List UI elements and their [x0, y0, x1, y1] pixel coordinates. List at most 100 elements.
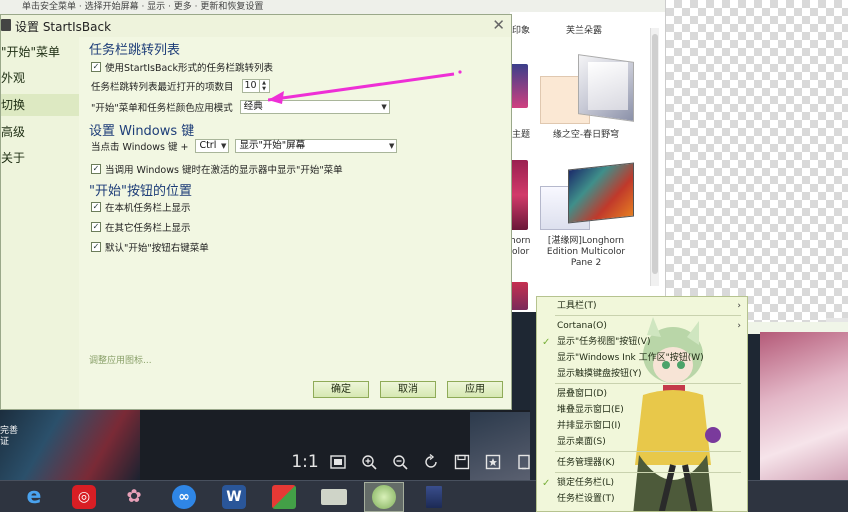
nav-item-switching[interactable]: 切换 [1, 94, 79, 116]
taskbar-ie-button[interactable]: e [14, 482, 54, 512]
recent-items-row: 任务栏跳转列表最近打开的项数目 10 ▲ ▼ [91, 79, 270, 93]
active-display-row: ✓ 当调用 Windows 键时在激活的显示器中显示"开始"菜单 [91, 162, 343, 176]
zoom-out-icon[interactable] [389, 451, 411, 473]
menu-item-label: 堆叠显示窗口(E) [557, 405, 624, 415]
gallery-caption-left: horn [510, 236, 531, 246]
taskbar-image-button[interactable] [264, 482, 304, 512]
menu-item-side-by-side[interactable]: 并排显示窗口(I) [557, 421, 747, 432]
taskbar-context-menu: 工具栏(T) › Cortana(O) › ✓ 显示"任务视图"按钮(V) 显示… [536, 296, 748, 512]
nav-item-about[interactable]: 关于 [1, 147, 79, 169]
save-icon[interactable] [451, 451, 473, 473]
adjust-icons-link[interactable]: 调整应用图标... [89, 353, 152, 366]
taskbar-word-button[interactable]: W [214, 482, 254, 512]
winkey-click-label: 当点击 Windows 键 + [91, 142, 189, 153]
checkbox-label: 当调用 Windows 键时在激活的显示器中显示"开始"菜单 [105, 165, 343, 176]
viewer-side-text: 完善 证 [0, 426, 18, 448]
baidu-cloud-icon: ∞ [172, 484, 196, 509]
checkbox-label: 在本机任务栏上显示 [105, 203, 191, 214]
dialog-title: 设置 StartIsBack [15, 20, 112, 34]
nav-item-appearance[interactable]: 外观 [1, 67, 79, 89]
theme-thumbnail-partial[interactable] [510, 282, 528, 310]
menu-item-label: 工具栏(T) [557, 301, 597, 311]
checkbox-label: 在其它任务栏上显示 [105, 223, 191, 234]
modifier-select[interactable]: Ctrl ▼ [195, 139, 230, 153]
menu-item-toolbars[interactable]: 工具栏(T) › [557, 301, 747, 312]
theme-thumbnail[interactable] [538, 160, 638, 234]
gallery-caption-left: olor [512, 247, 530, 257]
menu-item-cortana[interactable]: Cortana(O) › [557, 321, 747, 332]
menu-item-show-desktop[interactable]: 显示桌面(S) [557, 437, 747, 448]
word-icon: W [222, 484, 246, 509]
cancel-button[interactable]: 取消 [380, 381, 436, 398]
taskbar-photo-viewer-button[interactable] [364, 481, 404, 512]
apply-button[interactable]: 应用 [447, 381, 503, 398]
menu-separator [555, 383, 741, 384]
taskbar-music-button[interactable]: ◎ [64, 482, 104, 512]
menu-item-label: 显示触摸键盘按钮(Y) [557, 369, 642, 379]
recent-items-spinner[interactable]: 10 ▲ ▼ [241, 79, 270, 93]
checkbox-label: 使用StartIsBack形式的任务栏跳转列表 [105, 63, 274, 74]
nav-item-advanced[interactable]: 高级 [1, 121, 79, 143]
close-icon[interactable]: ✕ [492, 16, 505, 34]
color-mode-value: 经典 [243, 101, 263, 112]
favorite-icon[interactable] [482, 451, 504, 473]
section-heading-start-button: "开始"按钮的位置 [89, 184, 192, 199]
wallpaper-art [0, 410, 140, 480]
print-icon[interactable] [513, 451, 535, 473]
app-icon [1, 19, 11, 31]
use-sib-jumplist-checkbox[interactable]: ✓ [91, 62, 101, 72]
show-on-others-checkbox[interactable]: ✓ [91, 222, 101, 232]
zoom-in-icon[interactable] [358, 451, 380, 473]
color-mode-label: "开始"菜单和任务栏颜色应用模式 [91, 103, 233, 114]
chat-bird-icon: ✿ [126, 486, 142, 507]
taskbar-folder-button[interactable] [314, 482, 354, 512]
menu-item-label: 任务栏设置(T) [557, 494, 615, 504]
active-display-checkbox[interactable]: ✓ [91, 164, 101, 174]
menu-item-cascade[interactable]: 层叠窗口(D) [557, 389, 747, 400]
theme-thumbnail-partial[interactable] [510, 64, 528, 108]
default-right-click-row: ✓ 默认"开始"按钮右键菜单 [91, 240, 209, 254]
menu-item-task-manager[interactable]: 任务管理器(K) [557, 458, 747, 469]
menu-separator [555, 472, 741, 473]
settings-nav: "开始"菜单 外观 切换 高级 关于 [1, 37, 79, 409]
menu-item-taskbar-settings[interactable]: 任务栏设置(T) [557, 494, 747, 505]
ok-button[interactable]: 确定 [313, 381, 369, 398]
startisback-icon [426, 485, 442, 508]
checkbox-label: 默认"开始"按钮右键菜单 [105, 243, 209, 254]
scrollbar-thumb[interactable] [652, 34, 658, 274]
menu-item-label: 显示"任务视图"按钮(V) [557, 337, 651, 347]
show-on-others-row: ✓ 在其它任务栏上显示 [91, 220, 191, 234]
image-app-icon [272, 484, 296, 509]
dialog-titlebar[interactable]: 设置 StartIsBack ✕ [1, 15, 511, 37]
menu-item-label: Cortana(O) [557, 321, 607, 331]
fit-window-icon[interactable] [327, 451, 349, 473]
annotation-arrow [268, 70, 462, 104]
use-sib-jumplist-row: ✓ 使用StartIsBack形式的任务栏跳转列表 [91, 60, 273, 74]
dropdown-arrow-icon: ▼ [221, 142, 227, 150]
taskbar-startisback-button[interactable] [414, 482, 454, 512]
menu-item-stack[interactable]: 堆叠显示窗口(E) [557, 405, 747, 416]
default-right-click-checkbox[interactable]: ✓ [91, 242, 101, 252]
winkey-action-select[interactable]: 显示"开始"屏幕 ▼ [235, 139, 398, 153]
show-on-main-checkbox[interactable]: ✓ [91, 202, 101, 212]
menu-item-label: 显示"Windows Ink 工作区"按钮(W) [557, 353, 704, 363]
theme-thumbnail-partial[interactable] [510, 160, 528, 230]
menu-item-task-view[interactable]: ✓ 显示"任务视图"按钮(V) [542, 337, 747, 348]
gallery-scrollbar[interactable] [650, 28, 659, 286]
menu-item-ink-workspace[interactable]: 显示"Windows Ink 工作区"按钮(W) [557, 353, 747, 364]
menu-item-lock-taskbar[interactable]: ✓ 锁定任务栏(L) [542, 478, 747, 489]
taskbar-cloud-button[interactable]: ∞ [164, 482, 204, 512]
rotate-icon[interactable] [420, 451, 442, 473]
menu-item-label: 显示桌面(S) [557, 437, 606, 447]
menu-item-label: 并排显示窗口(I) [557, 421, 621, 431]
menu-item-touch-keyboard[interactable]: 显示触摸键盘按钮(Y) [557, 369, 747, 380]
theme-thumbnail[interactable] [538, 40, 638, 128]
menu-separator [555, 451, 741, 452]
recent-items-label: 任务栏跳转列表最近打开的项数目 [91, 82, 234, 93]
gallery-caption-left: 主题 [512, 130, 531, 140]
actual-size-button[interactable]: 1:1 [291, 451, 318, 473]
taskbar-chat-button[interactable]: ✿ [114, 482, 154, 512]
submenu-arrow-icon: › [737, 301, 741, 311]
nav-item-start-menu[interactable]: "开始"菜单 [1, 41, 79, 63]
netease-music-icon: ◎ [72, 484, 96, 509]
